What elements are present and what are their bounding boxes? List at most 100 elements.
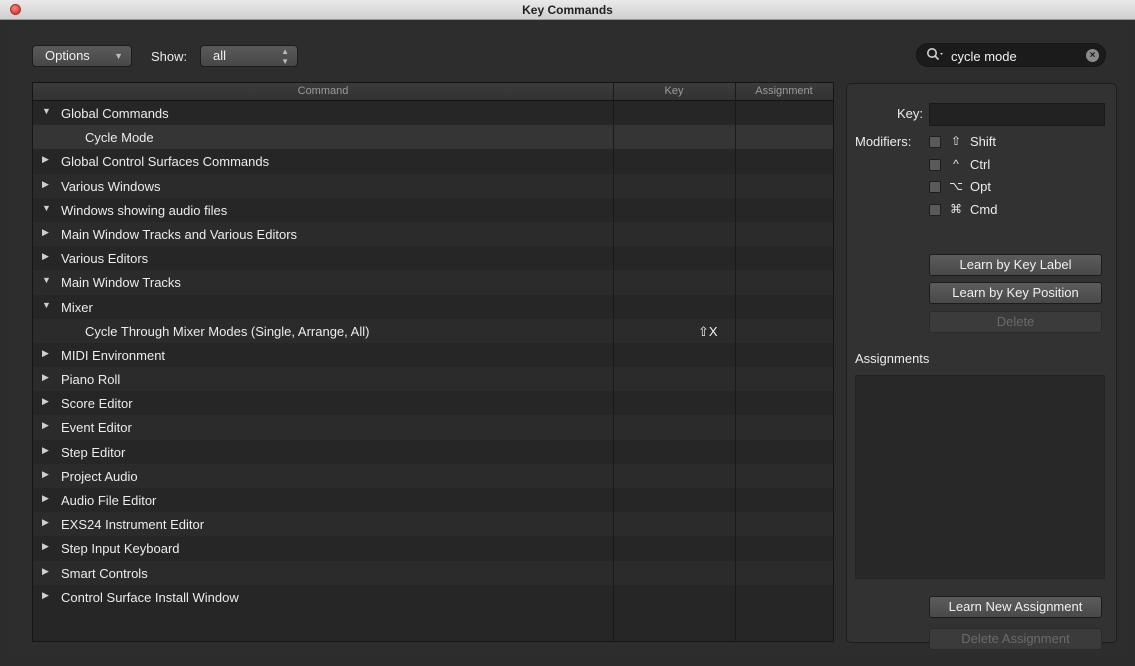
table-row[interactable]: ▶ Control Surface Install Window (33, 584, 833, 609)
row-label: Smart Controls (61, 565, 148, 581)
table-row[interactable]: ▶ Various Windows (33, 173, 833, 198)
disclosure-right-icon[interactable]: ▶ (42, 154, 49, 165)
row-label: Cycle Mode (85, 130, 154, 146)
command-icon: ⌘ (950, 202, 962, 216)
table-header: Command Key Assignment (33, 83, 833, 101)
key-label: Key: (897, 106, 924, 121)
disclosure-right-icon[interactable]: ▶ (42, 227, 49, 238)
disclosure-right-icon[interactable]: ▶ (42, 251, 49, 262)
table-row[interactable]: ▼ Windows showing audio files (33, 197, 833, 222)
row-label: Windows showing audio files (61, 202, 228, 218)
disclosure-right-icon[interactable]: ▶ (42, 566, 49, 577)
column-header-key[interactable]: Key (613, 85, 735, 97)
table-row[interactable]: ▶ Main Window Tracks and Various Editors (33, 221, 833, 247)
table-row[interactable]: ▼ Mixer (33, 294, 833, 319)
clear-search-icon[interactable]: × (1086, 49, 1099, 62)
disclosure-right-icon[interactable]: ▶ (42, 179, 49, 190)
search-input[interactable]: cycle mode (951, 49, 1017, 64)
row-label: Step Editor (61, 444, 126, 460)
disclosure-down-icon[interactable]: ▼ (42, 275, 51, 285)
table-row[interactable]: ▶ Audio File Editor (33, 488, 833, 513)
learn-by-key-label-button[interactable]: Learn by Key Label (929, 254, 1102, 276)
table-row[interactable]: ▶ Piano Roll (33, 367, 833, 392)
cmd-checkbox[interactable] (929, 204, 941, 216)
disclosure-down-icon[interactable]: ▼ (42, 300, 51, 310)
table-row[interactable]: Cycle Through Mixer Modes (Single, Arran… (33, 318, 833, 343)
key-commands-table: Command Key Assignment ▼ Global Commands C… (32, 82, 834, 642)
row-label: Various Editors (61, 251, 149, 267)
opt-checkbox[interactable] (929, 181, 941, 193)
learn-by-key-position-button[interactable]: Learn by Key Position (929, 282, 1102, 304)
delete-button[interactable]: Delete (929, 311, 1102, 333)
search-field[interactable]: cycle mode × (916, 43, 1106, 67)
table-row[interactable]: ▶ Global Control Surfaces Commands (33, 149, 833, 174)
disclosure-right-icon[interactable]: ▶ (42, 590, 49, 601)
search-icon[interactable] (926, 47, 944, 66)
ctrl-checkbox[interactable] (929, 159, 941, 171)
row-label: Main Window Tracks and Various Editors (61, 226, 298, 242)
row-label: Various Windows (61, 178, 161, 194)
modifiers-label: Modifiers: (855, 134, 912, 149)
row-label: Mixer (61, 299, 93, 315)
disclosure-right-icon[interactable]: ▶ (42, 396, 49, 407)
table-row[interactable]: ▶ Step Editor (33, 439, 833, 464)
row-label: Score Editor (61, 396, 133, 412)
disclosure-right-icon[interactable]: ▶ (42, 445, 49, 456)
shift-icon: ⇧ (950, 134, 962, 148)
key-field[interactable] (929, 103, 1105, 126)
delete-assignment-button[interactable]: Delete Assignment (929, 628, 1102, 650)
table-row[interactable]: ▶ Event Editor (33, 415, 833, 440)
table-row[interactable]: ▶ Various Editors (33, 246, 833, 271)
show-label: Show: (151, 49, 188, 64)
options-menu-button[interactable]: Options ▼ (32, 45, 132, 67)
disclosure-down-icon[interactable]: ▼ (42, 203, 51, 213)
option-icon: ⌥ (949, 179, 963, 193)
row-label: Event Editor (61, 420, 132, 436)
window-body: Options ▼ Show: all ▲ ▼ cycle mode × Comm… (8, 20, 1127, 656)
column-divider (613, 83, 614, 641)
assignment-panel: Key: Modifiers: ⇧ Shift ^ Ctrl ⌥ Opt ⌘ C… (846, 83, 1117, 650)
table-row[interactable]: ▶ Smart Controls (33, 560, 833, 585)
row-label: EXS24 Instrument Editor (61, 517, 205, 533)
options-label: Options (45, 48, 90, 63)
row-label: Global Commands (61, 106, 169, 121)
table-row[interactable]: ▶ Project Audio (33, 463, 833, 488)
assignments-heading: Assignments (855, 351, 930, 366)
row-key: ⇧X (698, 323, 718, 339)
column-header-assignment[interactable]: Assignment (735, 85, 833, 97)
table-row[interactable]: ▶ Score Editor (33, 391, 833, 416)
assignments-list[interactable] (855, 375, 1105, 579)
disclosure-right-icon[interactable]: ▶ (42, 493, 49, 504)
disclosure-right-icon[interactable]: ▶ (42, 372, 49, 383)
disclosure-right-icon[interactable]: ▶ (42, 420, 49, 431)
show-filter-popup[interactable]: all ▲ ▼ (200, 45, 298, 67)
row-label: Main Window Tracks (61, 275, 181, 291)
shift-label: Shift (970, 134, 997, 149)
table-row[interactable]: ▼ Main Window Tracks (33, 270, 833, 295)
row-label: Project Audio (61, 468, 138, 484)
row-label: Cycle Through Mixer Modes (Single, Arran… (85, 323, 370, 339)
row-label: Global Control Surfaces Commands (61, 154, 270, 170)
opt-label: Opt (970, 179, 991, 194)
row-label: Step Input Keyboard (61, 541, 180, 557)
table-row[interactable]: ▼ Global Commands (33, 101, 833, 126)
row-label: Piano Roll (61, 372, 121, 388)
disclosure-down-icon[interactable]: ▼ (42, 106, 51, 116)
disclosure-right-icon[interactable]: ▶ (42, 469, 49, 480)
shift-checkbox[interactable] (929, 136, 941, 148)
cmd-label: Cmd (970, 202, 998, 217)
row-label: MIDI Environment (61, 347, 166, 363)
table-row[interactable]: ▶ EXS24 Instrument Editor (33, 512, 833, 537)
disclosure-right-icon[interactable]: ▶ (42, 348, 49, 359)
table-row[interactable]: ▶ Step Input Keyboard (33, 536, 833, 561)
learn-new-assignment-button[interactable]: Learn New Assignment (929, 596, 1102, 618)
table-rows: ▼ Global Commands Cycle Mode ▶ Global Contro… (33, 101, 833, 609)
window-title: Key Commands (522, 3, 613, 17)
disclosure-right-icon[interactable]: ▶ (42, 541, 49, 552)
row-label: Audio File Editor (61, 493, 157, 508)
column-header-command[interactable]: Command (33, 85, 613, 97)
table-row[interactable]: Cycle Mode (33, 125, 833, 150)
ctrl-icon: ^ (953, 157, 959, 171)
table-row[interactable]: ▶ MIDI Environment (33, 342, 833, 368)
disclosure-right-icon[interactable]: ▶ (42, 517, 49, 528)
